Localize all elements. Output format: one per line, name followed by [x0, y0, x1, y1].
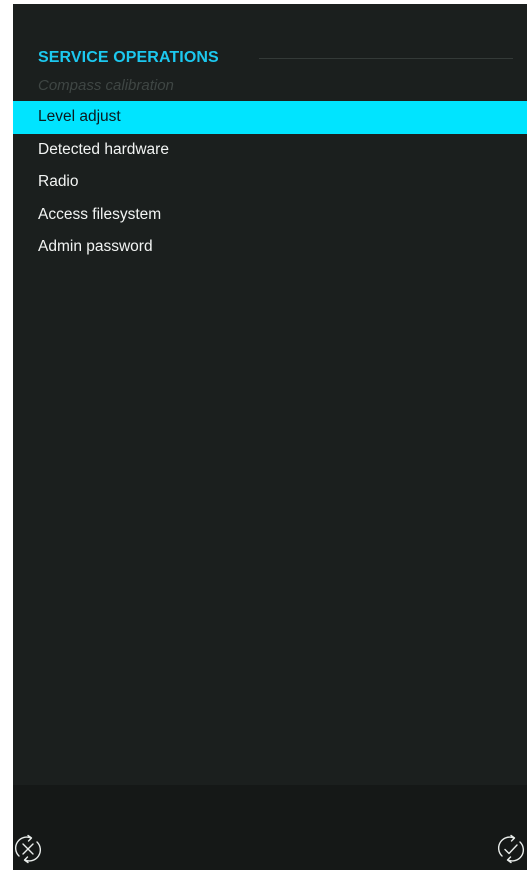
menu-item-radio[interactable]: Radio [13, 166, 527, 199]
header-divider [259, 58, 513, 59]
confirm-sync-icon [498, 834, 524, 864]
menu-item-level-adjust[interactable]: Level adjust [13, 101, 527, 134]
section-title: SERVICE OPERATIONS [38, 49, 219, 66]
confirm-button[interactable] [494, 832, 527, 866]
menu-item-detected-hardware[interactable]: Detected hardware [13, 134, 527, 167]
service-operations-screen: SERVICE OPERATIONS Compass calibration L… [13, 4, 527, 870]
service-menu: Level adjust Detected hardware Radio Acc… [13, 101, 527, 264]
menu-item-admin-password[interactable]: Admin password [13, 231, 527, 264]
cancel-button[interactable] [13, 832, 45, 866]
cancel-sync-icon [15, 834, 41, 864]
compass-calibration-item-disabled: Compass calibration [38, 77, 174, 94]
bottom-action-bar [13, 785, 527, 870]
menu-item-access-filesystem[interactable]: Access filesystem [13, 199, 527, 232]
section-header: SERVICE OPERATIONS [13, 46, 527, 70]
